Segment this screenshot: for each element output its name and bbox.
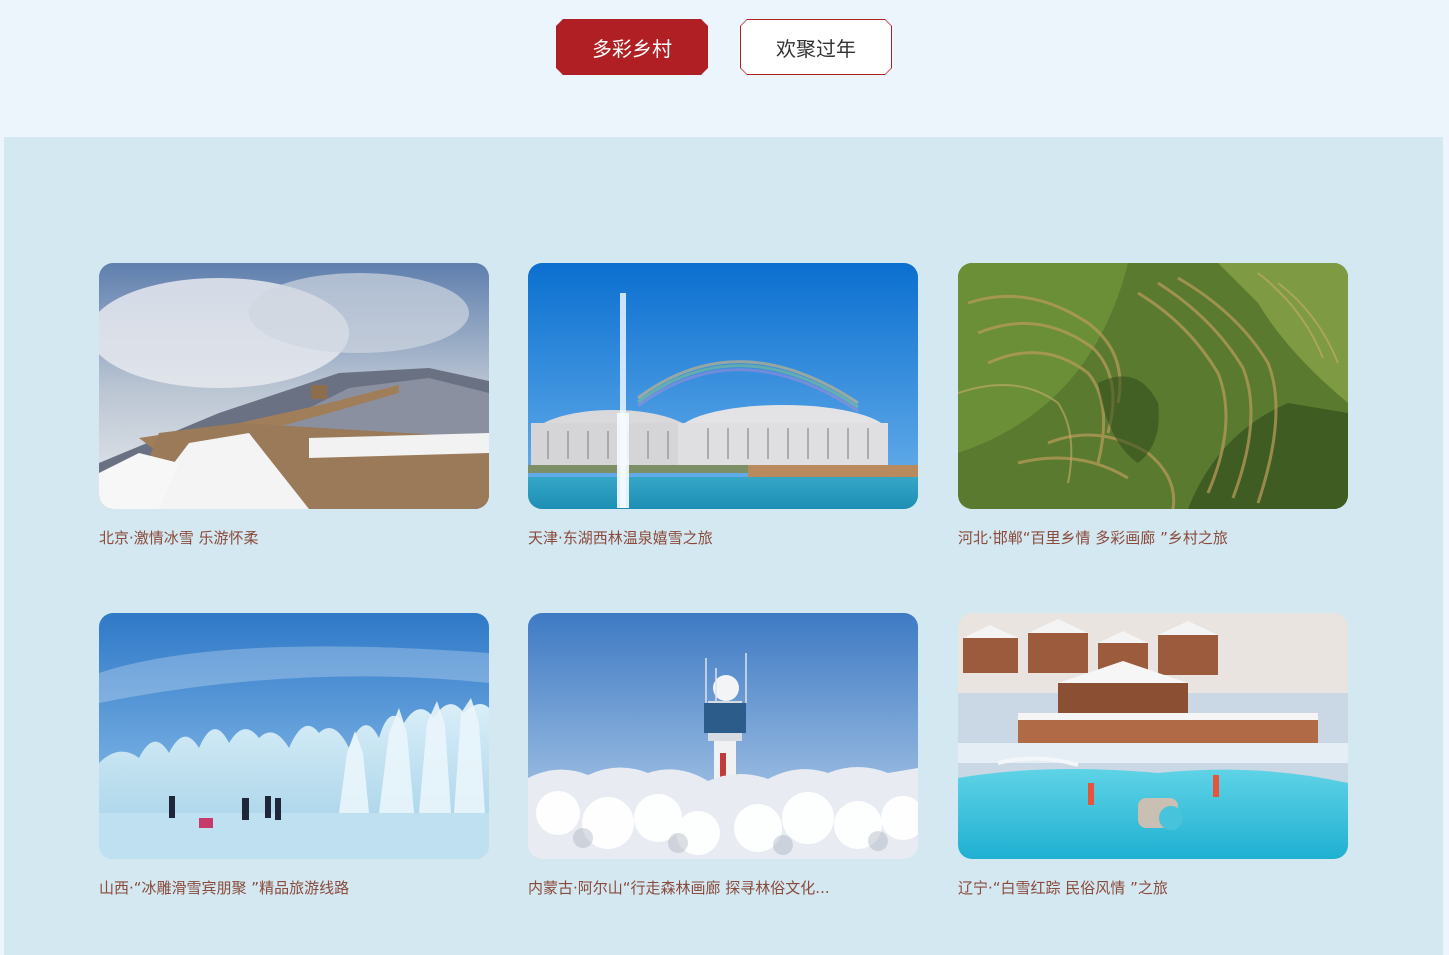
tab-inner: 欢聚过年 <box>741 20 891 74</box>
card-grid: 北京·激情冰雪 乐游怀柔 天津·东湖西林温泉嬉雪之旅 河北·邯郸“百里乡情 多彩… <box>4 137 1443 955</box>
radar-tower-frosted-forest-photo <box>528 613 918 859</box>
tab-label: 多彩乡村 <box>592 36 672 61</box>
card-title: 山西·“冰雕滑雪宾朋聚 ”精品旅游线路 <box>99 879 350 897</box>
card-beijing[interactable]: 北京·激情冰雪 乐游怀柔 <box>99 263 489 548</box>
ice-sculpture-skating-photo <box>99 613 489 859</box>
tab-bar: 多彩乡村 欢聚过年 <box>0 0 1449 137</box>
stadium-fountain-rainbow-photo <box>528 263 918 509</box>
tab-label: 欢聚过年 <box>776 36 856 61</box>
card-title: 内蒙古·阿尔山“行走森林画廊 探寻林俗文化... <box>528 879 830 897</box>
snowy-resort-pool-photo <box>958 613 1348 859</box>
tab-colorful-countryside[interactable]: 多彩乡村 <box>556 19 708 75</box>
card-shanxi[interactable]: 山西·“冰雕滑雪宾朋聚 ”精品旅游线路 <box>99 613 489 898</box>
great-wall-snow-photo <box>99 263 489 509</box>
card-title: 河北·邯郸“百里乡情 多彩画廊 ”乡村之旅 <box>958 529 1228 547</box>
tab-new-year-gathering[interactable]: 欢聚过年 <box>740 19 892 75</box>
card-neimenggu[interactable]: 内蒙古·阿尔山“行走森林画廊 探寻林俗文化... <box>528 613 918 898</box>
card-liaoning[interactable]: 辽宁·“白雪红踪 民俗风情 ”之旅 <box>958 613 1348 898</box>
card-tianjin[interactable]: 天津·东湖西林温泉嬉雪之旅 <box>528 263 918 548</box>
card-title: 辽宁·“白雪红踪 民俗风情 ”之旅 <box>958 879 1168 897</box>
card-title: 天津·东湖西林温泉嬉雪之旅 <box>528 529 713 547</box>
card-title: 北京·激情冰雪 乐游怀柔 <box>99 529 259 547</box>
page: 多彩乡村 欢聚过年 北京·激情冰雪 乐游怀柔 天津·东湖西林温泉嬉雪之旅 河北·… <box>0 0 1449 955</box>
card-hebei[interactable]: 河北·邯郸“百里乡情 多彩画廊 ”乡村之旅 <box>958 263 1348 548</box>
terraced-hills-aerial-photo <box>958 263 1348 509</box>
